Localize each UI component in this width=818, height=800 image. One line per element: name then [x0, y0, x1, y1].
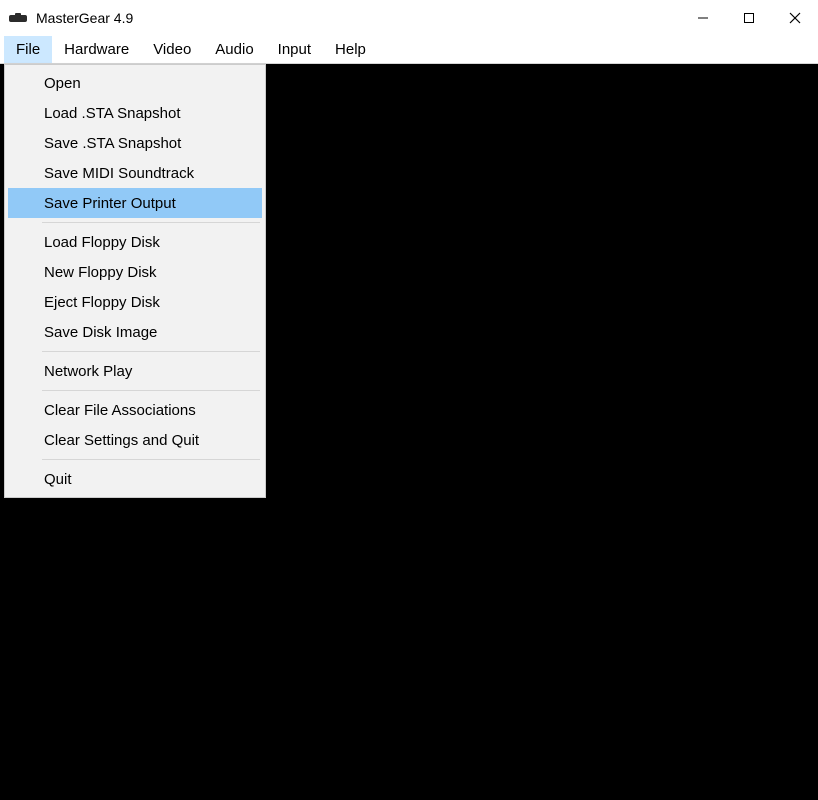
close-button[interactable]: [772, 0, 818, 36]
file-menu-dropdown: Open Load .STA Snapshot Save .STA Snapsh…: [4, 64, 266, 498]
menu-item-save-midi[interactable]: Save MIDI Soundtrack: [8, 158, 262, 188]
minimize-button[interactable]: [680, 0, 726, 36]
window-controls: [680, 0, 818, 36]
menu-separator: [42, 390, 260, 391]
menu-item-clear-assoc[interactable]: Clear File Associations: [8, 395, 262, 425]
menu-help[interactable]: Help: [323, 36, 378, 63]
titlebar: MasterGear 4.9: [0, 0, 818, 36]
menu-separator: [42, 459, 260, 460]
menu-separator: [42, 351, 260, 352]
app-window: MasterGear 4.9 File Hardware Video Audio…: [0, 0, 818, 800]
menu-item-clear-quit[interactable]: Clear Settings and Quit: [8, 425, 262, 455]
menu-input[interactable]: Input: [266, 36, 323, 63]
window-title: MasterGear 4.9: [36, 10, 133, 26]
menu-item-save-printer[interactable]: Save Printer Output: [8, 188, 262, 218]
maximize-button[interactable]: [726, 0, 772, 36]
menu-audio[interactable]: Audio: [203, 36, 265, 63]
menu-item-new-floppy[interactable]: New Floppy Disk: [8, 257, 262, 287]
menu-item-open[interactable]: Open: [8, 68, 262, 98]
menu-item-network-play[interactable]: Network Play: [8, 356, 262, 386]
menu-hardware[interactable]: Hardware: [52, 36, 141, 63]
app-icon: [8, 11, 28, 25]
menu-file[interactable]: File: [4, 36, 52, 63]
menu-video[interactable]: Video: [141, 36, 203, 63]
menu-item-save-disk-image[interactable]: Save Disk Image: [8, 317, 262, 347]
menu-item-quit[interactable]: Quit: [8, 464, 262, 494]
menubar: File Hardware Video Audio Input Help: [0, 36, 818, 64]
menu-item-eject-floppy[interactable]: Eject Floppy Disk: [8, 287, 262, 317]
menu-item-load-floppy[interactable]: Load Floppy Disk: [8, 227, 262, 257]
menu-item-save-sta[interactable]: Save .STA Snapshot: [8, 128, 262, 158]
menu-separator: [42, 222, 260, 223]
menu-item-load-sta[interactable]: Load .STA Snapshot: [8, 98, 262, 128]
